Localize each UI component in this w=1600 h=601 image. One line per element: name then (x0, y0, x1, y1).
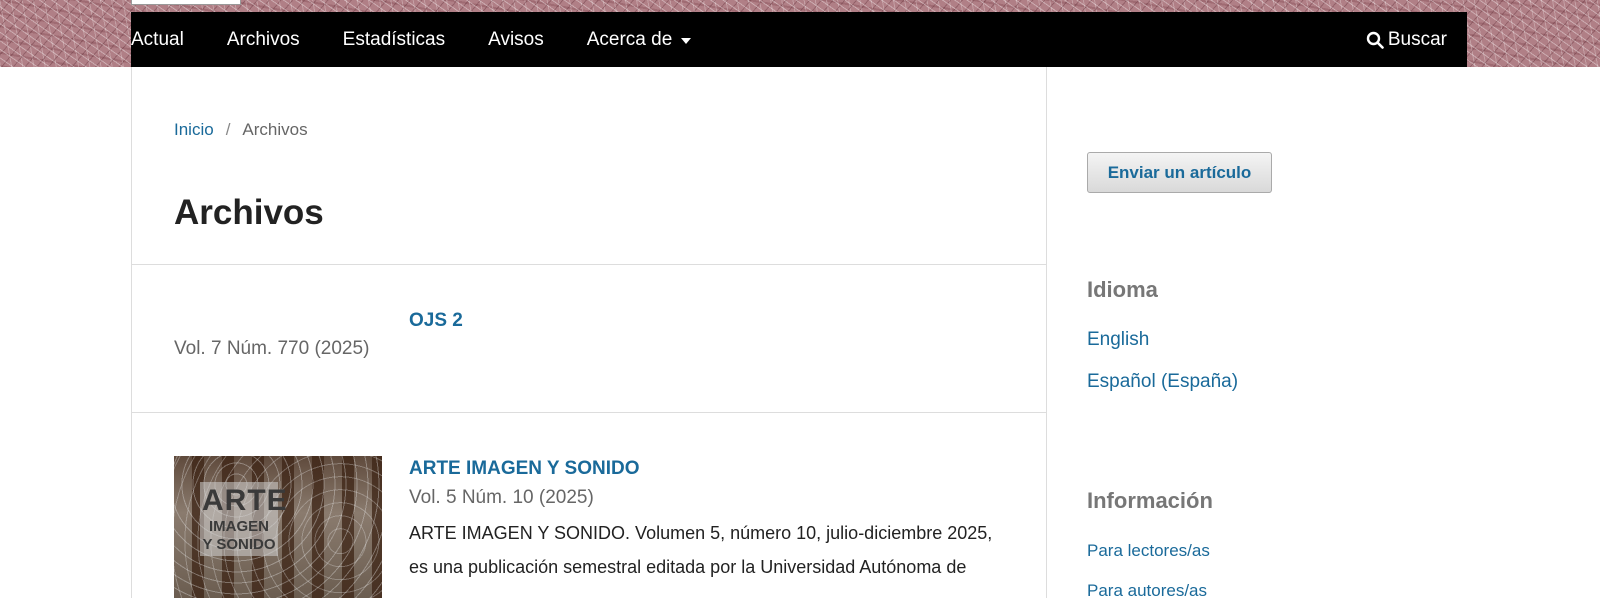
breadcrumb-current: Archivos (242, 120, 308, 139)
page-title: Archivos (174, 193, 324, 232)
nav-item-acerca-de[interactable]: Acerca de (587, 29, 692, 51)
info-link-readers[interactable]: Para lectores/as (1087, 541, 1210, 561)
submit-article-button[interactable]: Enviar un artículo (1087, 152, 1272, 193)
sidebar: Enviar un artículo Idioma English Españo… (1087, 67, 1467, 601)
cover-text-line2: IMAGEN (209, 518, 269, 535)
divider (132, 264, 1046, 265)
divider (132, 412, 1046, 413)
nav-item-avisos[interactable]: Avisos (488, 29, 544, 51)
main-content: Inicio / Archivos Archivos OJS 2 Vol. 7 Nú… (131, 67, 1047, 598)
search-label: Buscar (1387, 28, 1447, 50)
language-link-espanol[interactable]: Español (España) (1087, 371, 1238, 393)
issue-volume: Vol. 5 Núm. 10 (2025) (409, 487, 594, 508)
nav-item-actual[interactable]: Actual (131, 29, 184, 51)
language-heading: Idioma (1087, 277, 1158, 302)
breadcrumb-home[interactable]: Inicio (174, 120, 214, 139)
caret-down-icon (681, 37, 692, 44)
issue-title-link[interactable]: OJS 2 (409, 310, 463, 332)
issue-volume: Vol. 7 Núm. 770 (2025) (174, 338, 370, 359)
cover-text-big: ARTE (202, 484, 288, 517)
nav-item-acerca-de-label: Acerca de (586, 28, 673, 50)
info-link-authors[interactable]: Para autores/as (1087, 581, 1207, 601)
cover-title-text: ARTE IMAGEN Y SONIDO (200, 482, 288, 556)
issue-description: ARTE IMAGEN Y SONIDO. Volumen 5, número … (409, 523, 993, 577)
main-navbar: Actual Archivos Estadísticas Avisos Acer… (131, 12, 1467, 67)
breadcrumb: Inicio / Archivos (174, 120, 308, 140)
search-link[interactable]: Buscar (1366, 12, 1447, 67)
site-logo[interactable] (131, 0, 241, 5)
info-heading: Información (1087, 488, 1213, 513)
search-icon (1366, 31, 1384, 49)
nav-item-estadisticas[interactable]: Estadísticas (343, 29, 445, 51)
breadcrumb-separator: / (225, 120, 231, 139)
issue-title-link[interactable]: ARTE IMAGEN Y SONIDO (409, 458, 640, 480)
issue-cover-image[interactable]: ARTE IMAGEN Y SONIDO (174, 456, 382, 598)
language-link-english[interactable]: English (1087, 329, 1149, 351)
cover-text-line3: Y SONIDO (202, 536, 276, 553)
nav-item-archivos[interactable]: Archivos (227, 29, 300, 51)
